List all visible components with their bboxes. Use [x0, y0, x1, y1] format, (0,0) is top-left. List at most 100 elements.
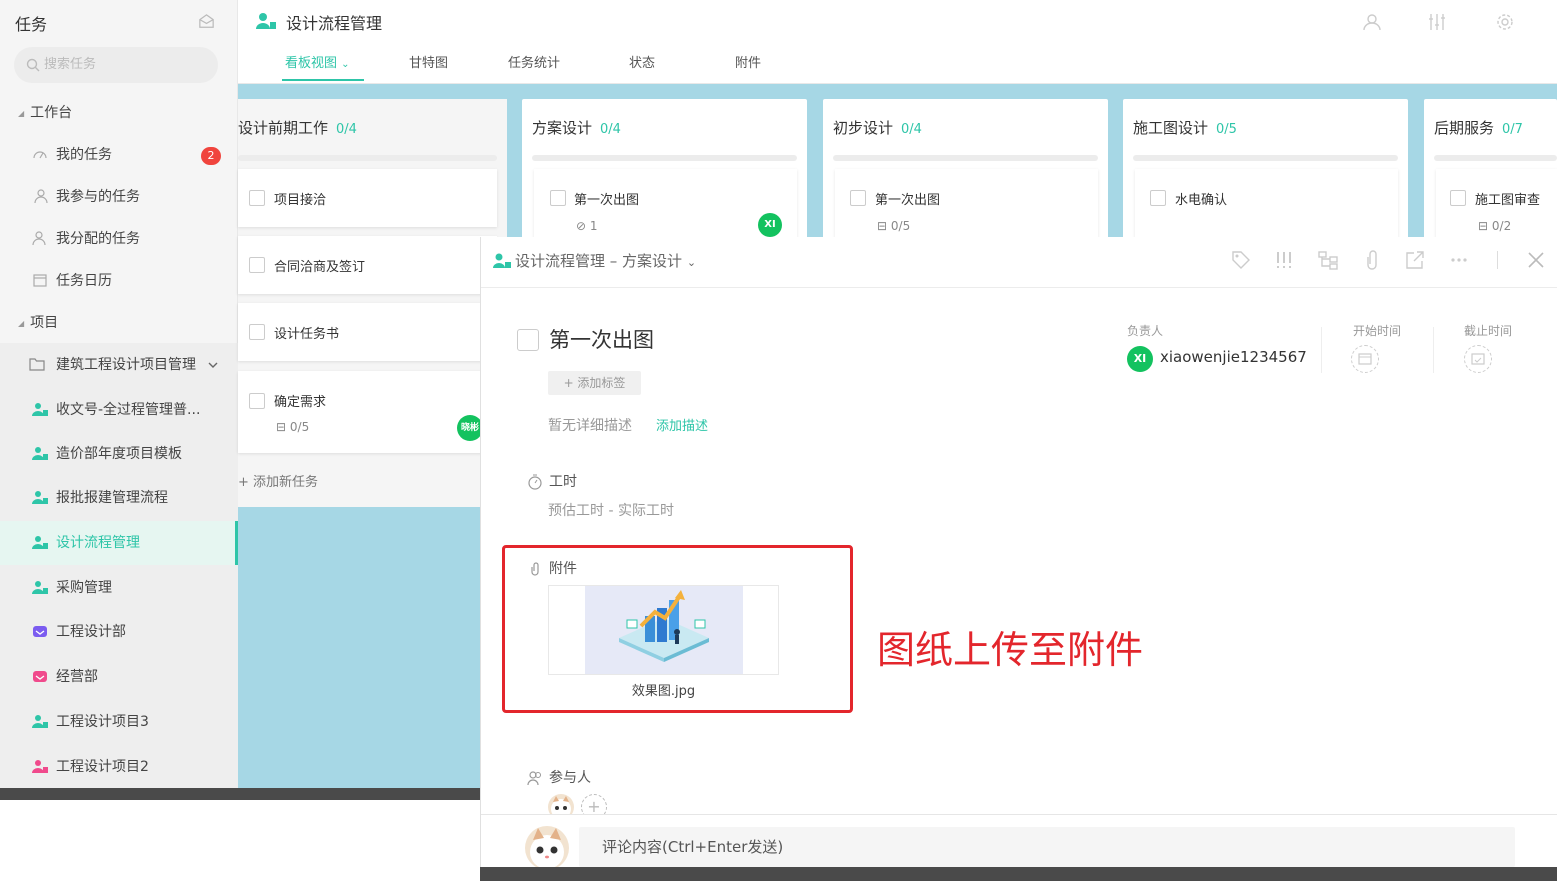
task-checkbox[interactable]	[850, 190, 866, 206]
subtask-count: ⊟ 0/5	[877, 219, 910, 233]
tab-label: 看板视图	[285, 56, 338, 71]
sidebar-project-6[interactable]: 经营部	[0, 655, 238, 699]
sidebar-item-label: 任务日历	[56, 273, 112, 289]
subtask-count: ⊟ 0/5	[276, 420, 309, 434]
task-checkbox[interactable]	[550, 190, 566, 206]
tag-icon[interactable]	[1230, 249, 1252, 271]
external-link-icon[interactable]	[1404, 249, 1426, 271]
sidebar-item-label: 我参与的任务	[56, 189, 140, 205]
due-time-picker[interactable]	[1464, 345, 1492, 373]
participants-icon	[527, 771, 541, 786]
tab-underline	[282, 79, 364, 81]
task-card-title: 项目接洽	[274, 193, 327, 208]
section-workbench[interactable]: ◢ 工作台	[18, 102, 72, 122]
task-title[interactable]: 第一次出图	[549, 324, 654, 354]
task-card-title: 第一次出图	[875, 193, 941, 208]
close-icon[interactable]	[1525, 249, 1547, 271]
participants-label: 参与人	[549, 770, 591, 786]
task-complete-checkbox[interactable]	[517, 329, 539, 351]
paperclip-icon[interactable]	[1361, 249, 1383, 271]
sidebar-item-calendar[interactable]: 任务日历	[0, 259, 238, 303]
add-task-button[interactable]: + 添加新任务	[238, 471, 318, 490]
subtask-count-value: 0/2	[1491, 219, 1512, 233]
sidebar-item-participated[interactable]: 我参与的任务	[0, 175, 238, 219]
sidebar-project-label: 工程设计项目3	[56, 714, 149, 730]
tab-statistics[interactable]: 任务统计	[508, 52, 560, 71]
sidebar-project-4[interactable]: 采购管理	[0, 566, 238, 610]
collapse-triangle-icon: ◢	[18, 108, 25, 118]
attachments-label: 附件	[549, 561, 577, 577]
board-column-1: 方案设计 0/4 第一次出图 ⊘ 1 XI	[522, 99, 807, 239]
tab-attachments[interactable]: 附件	[735, 52, 761, 71]
tab-board[interactable]: 看板视图 ⌄	[285, 52, 350, 71]
task-checkbox[interactable]	[249, 257, 265, 273]
sidebar-project-1[interactable]: 造价部年度项目模板	[0, 432, 238, 476]
sidebar-project-7[interactable]: 工程设计项目3	[0, 700, 238, 744]
subtask-count: ⊟ 0/2	[1478, 219, 1511, 233]
project-group-header[interactable]: 建筑工程设计项目管理	[0, 343, 238, 387]
attachment-thumbnail[interactable]	[548, 585, 779, 675]
owner-label: 负责人	[1127, 324, 1164, 338]
task-card[interactable]: 项目接洽	[238, 169, 497, 227]
task-card[interactable]: 确定需求 ⊟ 0/5 晓彬	[238, 371, 497, 453]
add-description-link[interactable]: 添加描述	[656, 415, 708, 434]
sidebar-item-label: 我分配的任务	[56, 231, 140, 247]
calendar-icon	[1358, 353, 1372, 365]
column-header: 后期服务 0/7	[1434, 117, 1523, 138]
task-card-title: 设计任务书	[274, 327, 340, 342]
section-projects[interactable]: ◢ 项目	[18, 312, 58, 332]
current-user-avatar	[525, 826, 569, 870]
sidebar-title: 任务	[15, 15, 48, 34]
tab-status[interactable]: 状态	[629, 52, 655, 71]
column-header: 设计前期工作 0/4	[238, 117, 357, 138]
filter-sliders-icon[interactable]	[1426, 11, 1448, 33]
sidebar-project-8[interactable]: 工程设计项目2	[0, 745, 238, 789]
search-input[interactable]: 搜索任务	[14, 47, 218, 83]
task-checkbox[interactable]	[249, 190, 265, 206]
paperclip-icon	[531, 562, 539, 576]
start-time-picker[interactable]	[1351, 345, 1379, 373]
count-badge: 2	[201, 147, 221, 165]
task-card[interactable]: 设计任务书	[238, 303, 497, 361]
attachment-filename[interactable]: 效果图.jpg	[548, 680, 779, 699]
work-hours-value[interactable]: 预估工时 - 实际工时	[548, 500, 674, 520]
task-card[interactable]: 合同洽商及签订	[238, 236, 497, 294]
sidebar-project-label: 报批报建管理流程	[56, 490, 168, 506]
sidebar-project-label: 经营部	[56, 669, 98, 685]
sidebar-project-0[interactable]: 收文号-全过程管理普...	[0, 388, 238, 432]
task-card[interactable]: 水电确认	[1135, 169, 1398, 239]
participants-section: 参与人	[527, 767, 591, 787]
members-icon[interactable]	[1361, 11, 1383, 33]
tab-gantt[interactable]: 甘特图	[409, 52, 448, 71]
toolbar-divider	[1497, 251, 1498, 269]
comment-input[interactable]: 评论内容(Ctrl+Enter发送)	[579, 827, 1515, 867]
annotation-text: 图纸上传至附件	[877, 628, 1144, 672]
subtask-tree-icon[interactable]	[1317, 249, 1339, 271]
add-tag-button[interactable]: + 添加标签	[548, 371, 641, 395]
sidebar-item-assigned[interactable]: 我分配的任务	[0, 217, 238, 261]
task-card[interactable]: 第一次出图 ⊟ 0/5	[835, 169, 1098, 239]
priority-icon[interactable]	[1273, 249, 1295, 271]
task-checkbox[interactable]	[249, 324, 265, 340]
inbox-icon[interactable]	[197, 12, 216, 31]
sidebar-project-5[interactable]: 工程设计部	[0, 610, 238, 654]
breadcrumb[interactable]: 设计流程管理 – 方案设计 ⌄	[515, 250, 696, 271]
column-header: 初步设计 0/4	[833, 117, 922, 138]
column-count: 0/4	[901, 122, 922, 137]
task-checkbox[interactable]	[1150, 190, 1166, 206]
calendar-icon	[33, 274, 47, 287]
task-checkbox[interactable]	[249, 393, 265, 409]
sidebar-project-3[interactable]: 设计流程管理	[0, 521, 238, 565]
board-column-4: 后期服务 0/7 施工图审查 ⊟ 0/2	[1424, 99, 1557, 239]
task-card[interactable]: 施工图审查 ⊟ 0/2	[1436, 169, 1557, 239]
column-count: 0/7	[1502, 122, 1523, 137]
task-card-title: 水电确认	[1175, 193, 1228, 208]
gear-icon[interactable]	[1494, 11, 1516, 33]
more-icon[interactable]	[1448, 249, 1470, 271]
sidebar-project-2[interactable]: 报批报建管理流程	[0, 476, 238, 520]
team-icon	[32, 491, 48, 504]
task-card[interactable]: 第一次出图 ⊘ 1 XI	[534, 169, 797, 239]
task-card-title: 确定需求	[274, 395, 327, 410]
owner-name[interactable]: xiaowenjie1234567	[1160, 348, 1307, 366]
task-checkbox[interactable]	[1450, 190, 1466, 206]
